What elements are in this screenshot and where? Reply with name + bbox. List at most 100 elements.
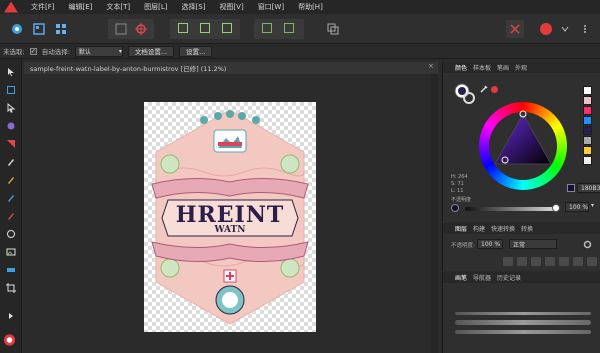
transparency-tool-icon[interactable] — [4, 227, 17, 240]
layer-add-icon[interactable] — [559, 257, 569, 266]
fill-color-swatch[interactable] — [540, 23, 552, 35]
brush-preset[interactable] — [455, 312, 591, 315]
fill-tool-icon[interactable] — [4, 209, 17, 222]
tab-styles[interactable]: 快速转换 — [491, 224, 515, 233]
menu-window[interactable]: 窗口[W] — [251, 2, 291, 12]
brush-preset[interactable] — [455, 320, 591, 325]
color-swatch[interactable] — [583, 116, 592, 125]
settings-gear-icon[interactable] — [583, 240, 592, 251]
color-swatch[interactable] — [583, 156, 592, 165]
layer-fx-icon[interactable] — [531, 257, 541, 266]
chevron-down-icon: ▾ — [118, 47, 122, 55]
menu-file[interactable]: 文件[F] — [24, 2, 62, 12]
menu-view[interactable]: 视图[V] — [212, 2, 250, 12]
fill-stroke-selector[interactable] — [453, 82, 475, 104]
opacity-slider-handle[interactable] — [552, 204, 560, 212]
hsl-readout: H: 264 S: 71 L: 11 — [451, 174, 468, 195]
opacity-color-dot — [451, 204, 459, 212]
rect-outline-icon[interactable] — [112, 20, 130, 38]
layers-panel: 图层 构建 快速转换 转换 不透明度: 100 % 正常 — [442, 223, 600, 271]
auto-select-checkbox[interactable]: ✓ — [29, 47, 37, 55]
layer-opacity-field[interactable]: 100 % — [477, 239, 503, 249]
color-wheel[interactable] — [479, 102, 567, 190]
chevron-down-icon[interactable]: ▾ — [591, 202, 594, 209]
align-left-icon[interactable] — [178, 23, 188, 33]
color-swatch[interactable] — [583, 146, 592, 155]
color-swatch[interactable] — [583, 86, 592, 95]
color-swatch[interactable] — [583, 96, 592, 105]
blend-mode-dropdown[interactable]: 正常 — [509, 239, 557, 249]
pen-tool-icon[interactable] — [4, 155, 17, 168]
tab-navigator[interactable]: 导航器 — [473, 273, 491, 282]
artboard[interactable]: HREINT WATN — [144, 102, 316, 332]
menu-select[interactable]: 选择[S] — [175, 2, 213, 12]
tab-effects[interactable]: 构建 — [473, 224, 485, 233]
crop-tool-icon[interactable] — [4, 281, 17, 294]
color-swatch[interactable] — [583, 126, 592, 135]
color-panel: 颜色 样本板 笔画 外观 H: 264 S: 71 L: 11 180B3 不透… — [442, 62, 600, 222]
artwork-subtitle: WATN — [214, 225, 246, 235]
brush-preset[interactable] — [455, 330, 591, 334]
text-frame-tool-icon[interactable] — [4, 263, 17, 276]
menu-edit[interactable]: 编辑[E] — [62, 2, 100, 12]
layer-adjust-icon[interactable] — [517, 257, 527, 266]
tab-appearance[interactable]: 外观 — [515, 63, 527, 72]
auto-select-dropdown[interactable]: 默认 ▾ — [74, 45, 123, 57]
tab-stroke[interactable]: 笔画 — [497, 63, 509, 72]
close-document-icon[interactable]: × — [428, 62, 434, 70]
hex-input[interactable]: 180B3D — [577, 183, 600, 193]
layer-duplicate-icon[interactable] — [573, 257, 583, 266]
preferences-button[interactable]: 设置... — [179, 45, 213, 57]
tab-color[interactable]: 颜色 — [455, 63, 467, 72]
color-wheel-mini-icon[interactable] — [3, 333, 16, 346]
corner-tool-icon[interactable] — [4, 119, 17, 132]
move-tool-icon[interactable] — [4, 65, 17, 78]
artboard-tool-icon[interactable] — [4, 83, 17, 96]
persona-pixel-icon[interactable] — [30, 20, 48, 38]
zoom-tool-icon[interactable] — [4, 309, 17, 322]
tab-history[interactable]: 历史记录 — [497, 273, 521, 282]
align-center-icon[interactable] — [200, 23, 210, 33]
layer-mask-icon[interactable] — [503, 257, 513, 266]
app-logo-icon — [4, 1, 18, 13]
recent-color-dot[interactable] — [491, 86, 498, 93]
vector-brush-tool-icon[interactable] — [4, 191, 17, 204]
color-swatch[interactable] — [583, 136, 592, 145]
place-image-tool-icon[interactable] — [4, 245, 17, 258]
snapping-magnet-icon[interactable] — [506, 20, 524, 38]
arrange-back-icon[interactable] — [284, 23, 294, 33]
document-tab[interactable]: sample-freint-watn-label-by-anton-burmis… — [24, 62, 438, 74]
auto-select-value: 默认 — [78, 48, 91, 56]
dropdown-chevron-icon[interactable] — [556, 20, 574, 38]
document-settings-button[interactable]: 文档设置... — [127, 45, 175, 57]
color-triangle[interactable] — [479, 102, 567, 190]
canvas-vertical-scrollbar[interactable] — [431, 74, 438, 353]
context-toolbar: 未选取: ✓ 自动选择: 默认 ▾ 文档设置... 设置... — [0, 44, 600, 59]
canvas-area[interactable]: HREINT WATN — [24, 74, 438, 353]
shape-tool-icon[interactable] — [4, 137, 17, 150]
main-toolbar — [0, 14, 600, 44]
snap-target-icon[interactable] — [132, 20, 150, 38]
more-options-icon[interactable] — [576, 20, 594, 38]
node-tool-icon[interactable] — [4, 101, 17, 114]
tab-layers[interactable]: 图层 — [455, 224, 467, 233]
layer-delete-icon[interactable] — [587, 257, 597, 266]
tab-transform[interactable]: 转换 — [521, 224, 533, 233]
auto-select-label: 自动选择: — [41, 48, 70, 56]
arrange-front-icon[interactable] — [262, 23, 272, 33]
boolean-icon[interactable] — [324, 20, 342, 38]
persona-designer-icon[interactable] — [8, 20, 26, 38]
menu-help[interactable]: 帮助[H] — [291, 2, 330, 12]
tab-swatches[interactable]: 样本板 — [473, 63, 491, 72]
align-right-icon[interactable] — [222, 23, 232, 33]
layer-group-icon[interactable] — [545, 257, 555, 266]
color-swatch[interactable] — [583, 106, 592, 115]
opacity-slider[interactable] — [465, 207, 557, 211]
eyedropper-icon[interactable] — [479, 84, 489, 96]
menu-layer[interactable]: 图层[L] — [137, 2, 174, 12]
opacity-value-field[interactable]: 100 % — [565, 202, 589, 212]
persona-export-icon[interactable] — [52, 20, 70, 38]
tab-brushes[interactable]: 画笔 — [455, 273, 467, 282]
menu-text[interactable]: 文本[T] — [99, 2, 137, 12]
pencil-tool-icon[interactable] — [4, 173, 17, 186]
